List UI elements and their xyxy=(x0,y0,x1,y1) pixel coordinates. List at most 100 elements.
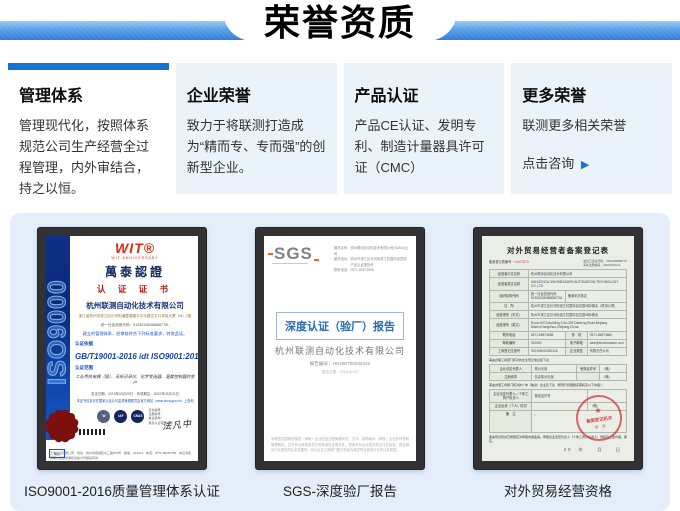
column-title: 更多荣誉 xyxy=(522,82,661,106)
column-title: 企业荣誉 xyxy=(187,82,326,106)
row-label: 组织机构代码 xyxy=(490,290,529,302)
iaf-logo-icon: IAF xyxy=(114,410,127,423)
section-header: 荣誉资质 xyxy=(0,0,680,52)
row-label: 企业法定代表人 xyxy=(490,365,532,373)
basis-label: 认证依据 xyxy=(75,341,195,347)
certificate-title: 认 证 证 书 xyxy=(75,283,195,295)
row-label: 企业法定代表人／个体工商户负责人 xyxy=(490,390,532,402)
row-label: 注册资本 xyxy=(490,373,532,381)
row-value: 杭州联测自动化技术有限公司 xyxy=(528,270,626,278)
table-row: 工商登记注册号 330108000052318 企业类型 有限责任公司 xyxy=(490,347,627,355)
red-seal-icon xyxy=(49,413,75,439)
certified-company: 杭州联测自动化技术有限公司 xyxy=(75,300,195,311)
tab-product-certification[interactable]: 产品认证 产品CE认证、发明专利、制造计量器具许可证（CMC） xyxy=(344,63,505,194)
wita-logo-icon: W xyxy=(97,410,110,423)
row-label: 经营场所（英文） xyxy=(490,319,529,331)
row-label: 经营场所（中文） xyxy=(490,311,529,319)
form-table-2: 企业法定代表人 核对无误 有效证件号 （略） 注册资本 信息核对无误 （略） xyxy=(489,364,627,381)
certificate-iso9001[interactable]: ISO9000 WIT® WIT ANNIVERSARY 萬泰認證 认 证 证 … xyxy=(37,227,207,470)
company-address: 浙江省杭州市滨江区长河街道童望路与平乐路交叉口卓信大厦（M）2室 xyxy=(75,314,195,319)
wit-logo-caption: WIT ANNIVERSARY xyxy=(75,256,195,260)
sgs-header-line: 联系电话：0571-86873658 xyxy=(334,268,410,274)
row-value: 信息核对无误 xyxy=(532,373,576,381)
certification-statement: 建立的管理体系，经审核符合下列标准要求，特发此证。 xyxy=(75,331,195,337)
caption-sgs: SGS-深度验厂报告 xyxy=(255,480,425,500)
row-value: 核验证件号 xyxy=(532,390,588,402)
sgs-certificate-paper: SGS 委托名称：杭州联测自动化技术有限公司(SUNO)公司 委托地址：杭州市滨… xyxy=(264,236,416,461)
row-value: 330108000052318 xyxy=(528,347,565,355)
trade-certificate-paper: 对外贸易经营者备案登记表 备案登记表编号：01470273 进出口企业代码：33… xyxy=(482,236,634,461)
report-disclaimer: 本报告仅围绕所核查（审核）企业的全过程管理状况、文件、现场核对（审核）企业的环境… xyxy=(271,437,409,454)
table-row: 联系电话 0571-86873658 传 真 0571-86873660 xyxy=(490,331,627,339)
table-row: 企业法定代表人 核对无误 有效证件号 （略） xyxy=(490,365,627,373)
row-value: （略） xyxy=(600,373,627,381)
row-value: sale@sinomeasure.com xyxy=(587,339,626,347)
table-row: 住 所 杭州市滨江区长河街道江虹国际创意园9幢5楼北（联测仪表） xyxy=(490,302,627,310)
tab-management-system[interactable]: 管理体系 管理现代化，按照体系规范公司生产经营全过程管理，内外审结合，持之以恒。 xyxy=(8,63,169,194)
row-label: 邮政编码 xyxy=(490,339,529,347)
barcode-marks xyxy=(79,429,105,435)
row-label: 有效证件号 xyxy=(576,365,599,373)
row-label: 企业出资（个人）情况 xyxy=(490,402,532,410)
caption-iso9001: ISO9001-2016质量管理体系认证 xyxy=(37,480,207,500)
caption-foreign-trade: 对外贸易经营资格 xyxy=(473,480,643,500)
column-body: 联测更多相关荣誉 xyxy=(522,115,661,136)
row-label: 住 所 xyxy=(490,302,529,310)
row-label: 经营者中文名称 xyxy=(490,270,529,278)
table-row: 经营者中文名称 杭州联测自动化技术有限公司 xyxy=(490,270,627,278)
row-value: 0571-86873658 xyxy=(528,331,565,339)
row-label: 经营者英文名称 xyxy=(490,278,529,290)
certificate-sgs[interactable]: SGS 委托名称：杭州联测自动化技术有限公司(SUNO)公司 委托地址：杭州市滨… xyxy=(255,227,425,470)
row-value: 杭州市滨江区长河街道江虹国际创意园9幢5楼北 xyxy=(528,311,626,319)
row-value: 0571-86873660 xyxy=(587,331,626,339)
tab-more-honors[interactable]: 更多荣誉 联测更多相关荣誉 点击咨询 ▶ xyxy=(511,63,672,194)
form-number-value: 01470273 xyxy=(515,260,529,264)
page-title: 荣誉资质 xyxy=(0,0,680,46)
table-row: 经营场所（中文） 杭州市滨江区长河街道江虹国际创意园9幢5楼北 xyxy=(490,311,627,319)
corner-mark: 萬泰 xyxy=(49,449,65,458)
column-title: 产品认证 xyxy=(355,82,494,106)
feature-columns: 管理体系 管理现代化，按照体系规范公司生产经营全过程管理，内外审结合，持之以恒。… xyxy=(8,63,672,194)
consult-link-label: 点击咨询 xyxy=(522,156,574,171)
row-value: HANGZHOU SINOMEASURE AUTOMATION TECHNOLO… xyxy=(528,278,626,290)
row-value: （略） xyxy=(600,365,627,373)
audited-company: 杭州联测自动化技术有限公司 xyxy=(264,344,416,357)
play-arrow-icon: ▶ xyxy=(581,159,589,171)
column-body: 产品CE认证、发明专利、制造计量器具许可证（CMC） xyxy=(355,115,494,178)
row-value: 有限责任公司 xyxy=(587,347,626,355)
row-value: Room 5073,Building 2,No.399 Danfeng Road… xyxy=(528,319,626,331)
column-body: 致力于将联测打造成为“精而专、专而强”的创新型企业。 xyxy=(187,115,326,178)
consult-link[interactable]: 点击咨询 ▶ xyxy=(522,153,661,172)
table-row: 注册资本 信息核对无误 （略） xyxy=(490,373,627,381)
report-number: 报告编号：HGHW700205422 xyxy=(264,361,416,367)
validity-dates: 发证日期：2019年03月25日 有效期至：2022年03月24日 xyxy=(75,391,195,396)
scope-label: 认证范围 xyxy=(75,365,195,371)
form-section-note-2: 需由办理工商部门核对的个体（独资）企业及下表（按现行管理规定需核实以下内容）： xyxy=(489,383,627,387)
registration-number: 统一社会信用代码：91330108086886776L xyxy=(75,323,195,328)
seal-text: 备案登记机关 xyxy=(586,415,613,425)
certificate-row: ISO9000 WIT® WIT ANNIVERSARY 萬泰認證 认 证 证 … xyxy=(10,227,670,470)
sgs-logo: SGS xyxy=(274,245,313,262)
caption-row: ISO9001-2016质量管理体系认证 SGS-深度验厂报告 对外贸易经营资格 xyxy=(10,480,670,500)
row-label: 联系电话 xyxy=(490,331,529,339)
row-value: 统一社会信用代码 91330108086886776L xyxy=(528,290,565,302)
row-label: 电子邮箱 xyxy=(565,339,587,347)
sgs-header-line: 委托地址：杭州市滨江区长河街道江虹国际创意园 xyxy=(334,257,410,263)
column-body: 管理现代化，按照体系规范公司生产经营全过程管理，内外审结合，持之以恒。 xyxy=(19,115,158,199)
row-value: 310052 xyxy=(528,339,565,347)
table-row: 经营者英文名称 HANGZHOU SINOMEASURE AUTOMATION … xyxy=(490,278,627,290)
form-date-line: 20 年 月 日 xyxy=(564,447,622,453)
row-label xyxy=(576,373,599,381)
sgs-header-line: 委托名称：杭州联测自动化技术有限公司(SUNO)公司 xyxy=(334,246,410,257)
table-row: 经营场所（英文） Room 5073,Building 2,No.399 Dan… xyxy=(490,319,627,331)
form-subheader: 备案登记表编号：01470273 进出口企业代码：3301086886776 海… xyxy=(489,259,627,267)
sgs-logo-underline xyxy=(272,263,308,264)
iso-certificate-paper: ISO9000 WIT® WIT ANNIVERSARY 萬泰認證 认 证 证 … xyxy=(46,236,198,461)
table-row: 邮政编码 310052 电子邮箱 sale@sinomeasure.com xyxy=(490,339,627,347)
row-value: 核对无误 xyxy=(532,365,576,373)
certificate-foreign-trade[interactable]: 对外贸易经营者备案登记表 备案登记表编号：01470273 进出口企业代码：33… xyxy=(473,227,643,470)
row-label: 备 注 xyxy=(490,410,532,432)
row-label: 企业类型 xyxy=(565,347,587,355)
tab-enterprise-honor[interactable]: 企业荣誉 致力于将联测打造成为“精而专、专而强”的创新型企业。 xyxy=(176,63,337,194)
seal-star-icon: ★ xyxy=(594,406,602,415)
